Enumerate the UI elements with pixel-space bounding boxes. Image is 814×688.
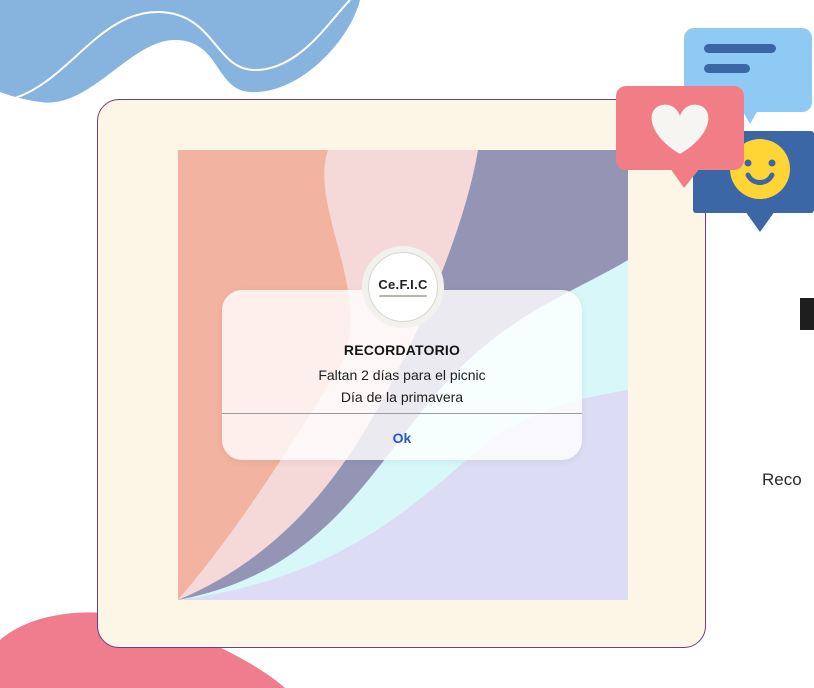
logo-subtitle-line [379,295,427,297]
dialog-message-line-2: Día de la primavera [340,389,464,405]
cropped-side-text: Reco [762,470,802,489]
cefic-logo: Ce.F.I.C [368,252,438,322]
tablet-frame: RECORDATORIO Faltan 2 días para el picni… [97,99,706,648]
tablet-screen: RECORDATORIO Faltan 2 días para el picni… [178,150,628,600]
cropped-heading-glyph [800,298,814,330]
blue-wave-decoration [0,0,360,103]
logo-badge: Ce.F.I.C [362,246,444,328]
ok-button[interactable]: Ok [222,417,582,460]
heart-bubble-icon [616,86,744,188]
dialog-title: RECORDATORIO [343,342,461,358]
dialog-message-line-1: Faltan 2 días para el picnic [318,367,486,383]
dialog-divider [222,413,582,414]
logo-text: Ce.F.I.C [378,277,428,292]
slide-canvas: RECORDATORIO Faltan 2 días para el picni… [0,0,814,688]
